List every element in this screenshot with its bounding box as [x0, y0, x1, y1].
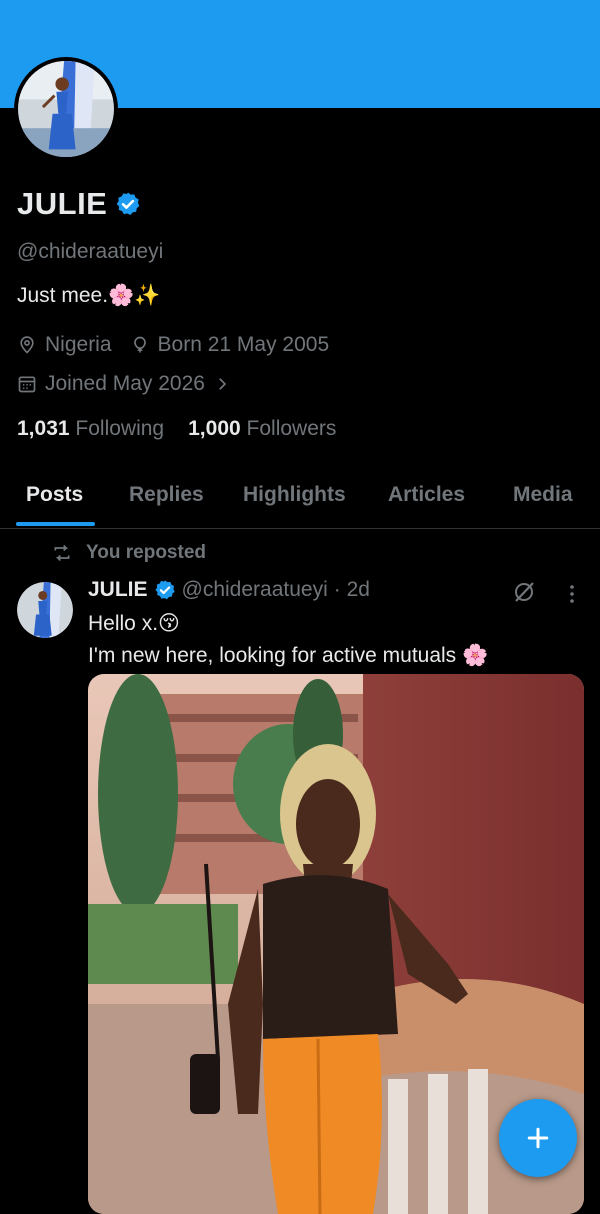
profile-photo [18, 61, 114, 157]
location-text: Nigeria [45, 333, 112, 356]
post-header: JULIE @chideraatueyi · 2d [88, 578, 370, 602]
more-vertical-icon[interactable] [560, 582, 584, 606]
compose-post-button[interactable] [499, 1099, 577, 1177]
post-time: · 2d [333, 578, 370, 601]
balloon-icon [133, 336, 146, 353]
profile-meta-row-2: Joined May 2026 [17, 372, 249, 396]
birthday-item: Born 21 May 2005 [130, 333, 330, 357]
tab-media[interactable]: Media [513, 483, 573, 507]
tab-replies[interactable]: Replies [129, 483, 204, 507]
joined-item[interactable]: Joined May 2026 [17, 372, 231, 396]
post-text-line-1: Hello x.😚 [88, 612, 180, 635]
verified-badge-icon[interactable] [115, 191, 141, 217]
tab-articles[interactable]: Articles [388, 483, 465, 507]
profile-name-row: JULIE [17, 186, 141, 222]
repost-indicator: You reposted [52, 542, 206, 564]
following-count: 1,031 [17, 417, 70, 440]
repost-icon [54, 544, 70, 562]
followers-count: 1,000 [188, 417, 241, 440]
location-item: Nigeria [17, 333, 112, 357]
profile-handle: @chideraatueyi [17, 240, 164, 263]
active-tab-indicator [16, 522, 95, 526]
post-text-line-2: I'm new here, looking for active mutuals… [88, 644, 489, 667]
following-label: Following [75, 417, 165, 440]
birthday-text: Born 21 May 2005 [157, 333, 330, 356]
post-text: Hello x.😚 I'm new here, looking for acti… [88, 608, 488, 672]
follow-stats: 1,031 Following 1,000 Followers [17, 417, 336, 441]
profile-tabs: Posts Replies Highlights Articles Media [0, 470, 600, 529]
profile-bio: Just mee.🌸✨ [17, 284, 161, 307]
joined-text: Joined May 2026 [45, 372, 205, 395]
grok-icon[interactable] [512, 580, 536, 604]
verified-badge-icon [154, 580, 175, 600]
profile-meta-row-1: Nigeria Born 21 May 2005 [17, 333, 347, 357]
following-stat[interactable]: 1,031 Following [17, 417, 164, 441]
tab-posts[interactable]: Posts [26, 483, 83, 507]
calendar-icon [18, 376, 36, 393]
chevron-right-icon [219, 378, 227, 390]
location-pin-icon [20, 336, 34, 354]
repost-label: You reposted [86, 542, 206, 563]
profile-avatar[interactable] [14, 57, 118, 161]
profile-name: JULIE [17, 186, 108, 221]
followers-label: Followers [246, 417, 337, 440]
tab-highlights[interactable]: Highlights [243, 483, 346, 507]
plus-icon [527, 1127, 549, 1149]
followers-stat[interactable]: 1,000 Followers [188, 417, 336, 441]
post-author-name[interactable]: JULIE [88, 578, 148, 602]
post-author-photo [17, 582, 73, 638]
post-author-handle[interactable]: @chideraatueyi [182, 578, 328, 602]
post-author-avatar[interactable] [17, 582, 73, 638]
